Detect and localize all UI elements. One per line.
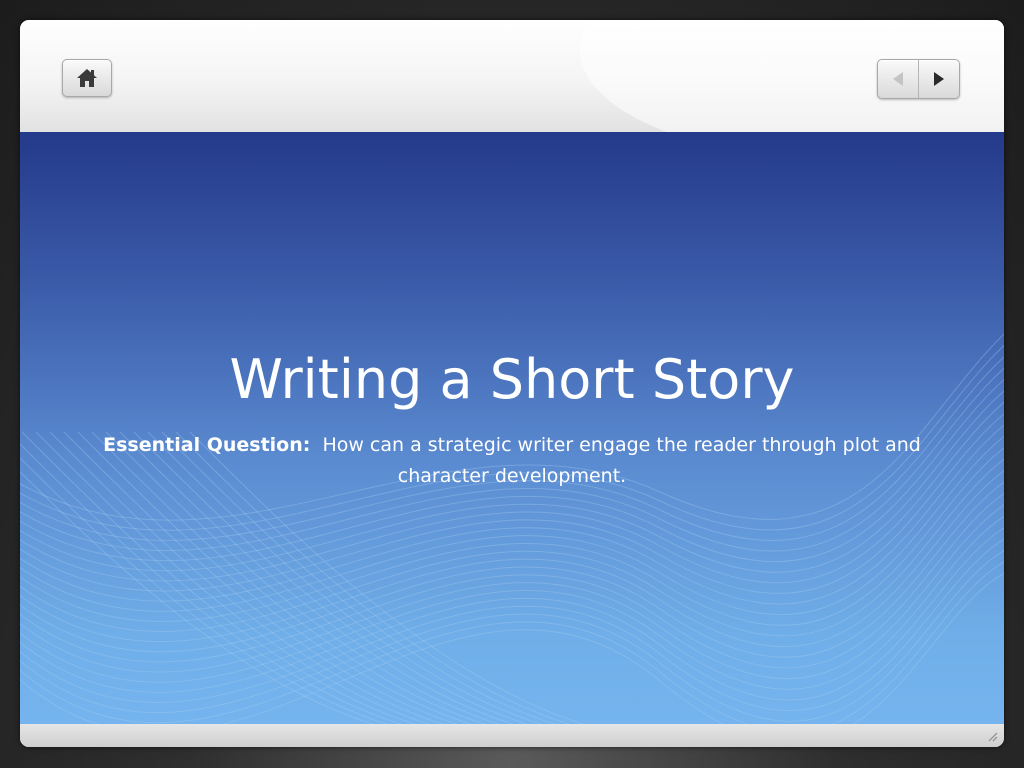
slide-canvas: Writing a Short Story Essential Question… <box>20 132 1004 724</box>
home-icon <box>77 69 97 87</box>
wave-line <box>20 413 1004 594</box>
wave-line <box>20 493 1004 669</box>
home-button[interactable] <box>62 59 112 97</box>
toolbar <box>20 20 1004 132</box>
resize-grip-icon[interactable] <box>986 730 998 742</box>
presentation-window: Writing a Short Story Essential Question… <box>20 20 1004 747</box>
essential-question-label: Essential Question: <box>103 434 311 456</box>
wave-background <box>20 333 1004 724</box>
wave-line <box>20 538 1004 712</box>
triangle-left-icon <box>893 72 903 86</box>
status-bar <box>20 724 1004 747</box>
essential-question-text: How can a strategic writer engage the re… <box>322 434 921 487</box>
essential-question: Essential Question: How can a strategic … <box>60 430 964 492</box>
triangle-right-icon <box>934 72 944 86</box>
previous-slide-button[interactable] <box>878 60 919 98</box>
slide-title: Writing a Short Story <box>229 348 795 411</box>
wave-line <box>20 561 1004 724</box>
next-slide-button[interactable] <box>919 60 959 98</box>
slide-navigation <box>877 59 960 99</box>
